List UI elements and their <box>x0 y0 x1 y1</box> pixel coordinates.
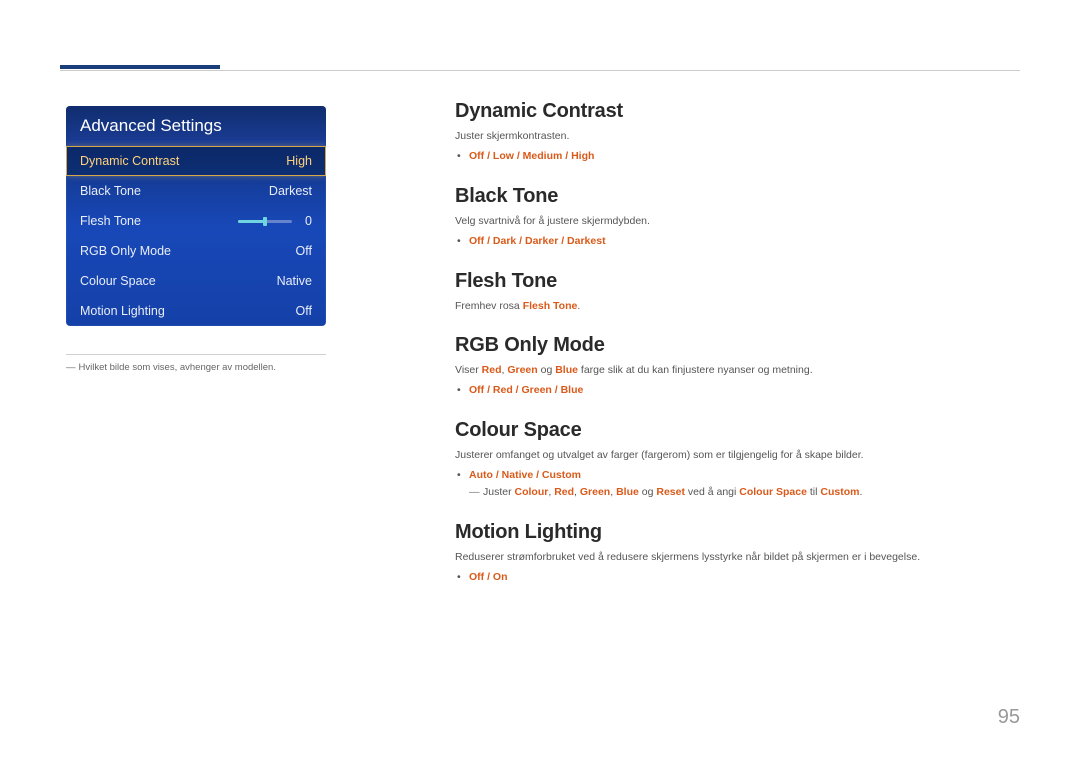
menu-row-black-tone[interactable]: Black Tone Darkest <box>66 176 326 206</box>
desc-post: farge slik at du kan finjustere nyanser … <box>578 364 813 376</box>
desc-post: . <box>577 300 580 312</box>
menu-row-label: Black Tone <box>80 184 141 198</box>
sub-reset: Reset <box>656 486 685 498</box>
menu-row-colour-space[interactable]: Colour Space Native <box>66 266 326 296</box>
section-desc: Reduserer strømforbruket ved å redusere … <box>455 550 1020 565</box>
sub-mid: ved å angi <box>685 486 739 498</box>
section-desc: Fremhev rosa Flesh Tone. <box>455 299 1020 314</box>
menu-row-rgb-only-mode[interactable]: RGB Only Mode Off <box>66 236 326 266</box>
options-text: Off / Red / Green / Blue <box>469 384 583 396</box>
menu-title: Advanced Settings <box>66 106 326 146</box>
section-title: Flesh Tone <box>455 270 1020 293</box>
section-options: Off / Low / Medium / High <box>455 148 1020 165</box>
section-options: Off / Dark / Darker / Darkest <box>455 233 1020 250</box>
subnote-dash: ― <box>469 484 480 501</box>
flesh-tone-slider[interactable] <box>238 220 292 223</box>
section-motion-lighting: Motion Lighting Reduserer strømforbruket… <box>455 521 1020 586</box>
desc-red: Red <box>482 364 502 376</box>
menu-row-value: High <box>256 154 312 168</box>
menu-row-value: 0 <box>302 214 312 228</box>
options-text: Auto / Native / Custom <box>469 469 581 481</box>
section-subnote: ― Juster Colour, Red, Green, Blue og Res… <box>455 484 1020 501</box>
section-desc: Velg svartnivå for å justere skjermdybde… <box>455 214 1020 229</box>
menu-row-label: RGB Only Mode <box>80 244 171 258</box>
section-options: Off / Red / Green / Blue <box>455 382 1020 399</box>
section-desc: Juster skjermkontrasten. <box>455 129 1020 144</box>
menu-row-label: Motion Lighting <box>80 304 165 318</box>
section-title: Colour Space <box>455 419 1020 442</box>
options-text: Off / On <box>469 571 508 583</box>
slider-fill <box>238 220 265 223</box>
section-title: Dynamic Contrast <box>455 100 1020 123</box>
footnote-dash: ― <box>66 362 75 373</box>
section-rgb-only-mode: RGB Only Mode Viser Red, Green og Blue f… <box>455 334 1020 399</box>
desc-pre: Viser <box>455 364 482 376</box>
sub-green: Green <box>580 486 610 498</box>
footnote-text: Hvilket bilde som vises, avhenger av mod… <box>79 362 276 373</box>
desc-em: Flesh Tone <box>523 300 578 312</box>
sub-pre: Juster <box>483 486 515 498</box>
menu-footnote: ― Hvilket bilde som vises, avhenger av mo… <box>66 362 366 373</box>
section-title: Motion Lighting <box>455 521 1020 544</box>
content-column: Dynamic Contrast Juster skjermkontrasten… <box>455 100 1020 606</box>
desc-blue: Blue <box>555 364 578 376</box>
sub-og: og <box>639 486 657 498</box>
sub-blue: Blue <box>616 486 639 498</box>
sub-cs: Colour Space <box>739 486 807 498</box>
section-options: Off / On <box>455 569 1020 586</box>
menu-row-flesh-tone[interactable]: Flesh Tone 0 <box>66 206 326 236</box>
menu-row-label: Dynamic Contrast <box>80 154 179 168</box>
sub-end: . <box>859 486 862 498</box>
slider-knob[interactable] <box>263 217 267 226</box>
section-flesh-tone: Flesh Tone Fremhev rosa Flesh Tone. <box>455 270 1020 314</box>
options-text: Off / Dark / Darker / Darkest <box>469 235 606 247</box>
menu-row-value-wrap: 0 <box>238 214 312 228</box>
sub-colour: Colour <box>515 486 549 498</box>
desc-green: Green <box>507 364 537 376</box>
options-text: Off / Low / Medium / High <box>469 150 594 162</box>
menu-row-label: Colour Space <box>80 274 156 288</box>
desc-pre: Fremhev rosa <box>455 300 523 312</box>
section-black-tone: Black Tone Velg svartnivå for å justere … <box>455 185 1020 250</box>
menu-row-dynamic-contrast[interactable]: Dynamic Contrast High <box>66 146 326 176</box>
footnote-rule <box>66 354 326 355</box>
section-title: RGB Only Mode <box>455 334 1020 357</box>
section-colour-space: Colour Space Justerer omfanget og utvalg… <box>455 419 1020 501</box>
header-accent <box>60 65 220 69</box>
menu-row-label: Flesh Tone <box>80 214 141 228</box>
page-number: 95 <box>998 706 1020 729</box>
section-options: Auto / Native / Custom <box>455 467 1020 484</box>
sub-til: til <box>807 486 820 498</box>
section-dynamic-contrast: Dynamic Contrast Juster skjermkontrasten… <box>455 100 1020 165</box>
desc-and: og <box>538 364 556 376</box>
menu-panel: Advanced Settings Dynamic Contrast High … <box>66 106 326 326</box>
menu-row-value: Native <box>256 274 312 288</box>
section-title: Black Tone <box>455 185 1020 208</box>
sub-custom: Custom <box>820 486 859 498</box>
section-desc: Justerer omfanget og utvalget av farger … <box>455 448 1020 463</box>
menu-row-value: Off <box>256 244 312 258</box>
header-rule <box>60 70 1020 71</box>
sub-red: Red <box>554 486 574 498</box>
section-desc: Viser Red, Green og Blue farge slik at d… <box>455 363 1020 378</box>
menu-row-motion-lighting[interactable]: Motion Lighting Off <box>66 296 326 326</box>
menu-row-value: Darkest <box>256 184 312 198</box>
menu-row-value: Off <box>256 304 312 318</box>
